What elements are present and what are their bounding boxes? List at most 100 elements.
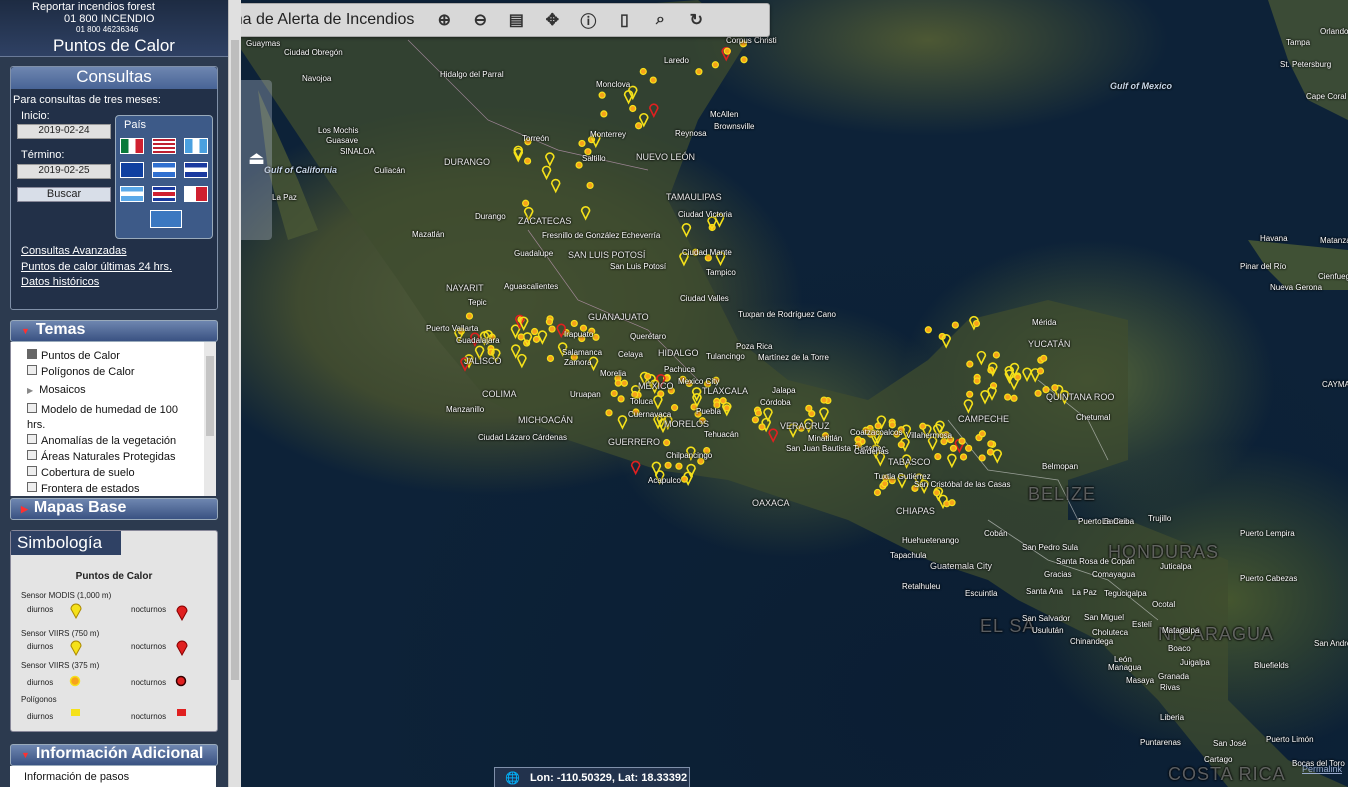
flag-costa-rica-icon[interactable]: [152, 186, 176, 202]
hotspot-dot[interactable]: [546, 354, 555, 363]
hotspot-dot[interactable]: [820, 396, 828, 404]
hotspot-dot[interactable]: [629, 104, 637, 113]
search-icon[interactable]: ⌕: [642, 6, 678, 34]
hotspot-dot[interactable]: [888, 421, 896, 429]
hotspot-dot[interactable]: [664, 461, 672, 469]
hotspot-dot[interactable]: [522, 199, 530, 207]
hotspot-dot[interactable]: [617, 395, 625, 403]
hotspot-dot[interactable]: [948, 499, 956, 507]
hotspot-dot[interactable]: [966, 360, 974, 368]
termino-date-input[interactable]: 2019-02-25: [17, 164, 111, 179]
tema-item[interactable]: ▶ Mosaicos: [27, 384, 86, 396]
hotspot-dot[interactable]: [1004, 393, 1012, 401]
info-icon[interactable]: ⓘ: [570, 6, 606, 34]
hotspot-dot[interactable]: [635, 122, 643, 130]
hotspot-dot[interactable]: [949, 444, 958, 452]
hotspot-dot[interactable]: [1040, 354, 1048, 362]
hotspot-dot[interactable]: [959, 453, 968, 461]
buscar-button[interactable]: Buscar: [17, 187, 111, 202]
tema-item[interactable]: Frontera de estados: [27, 482, 139, 495]
hotspot-dot[interactable]: [600, 110, 608, 118]
hotspot-dot[interactable]: [605, 409, 613, 417]
hotspot-dot[interactable]: [523, 157, 532, 165]
hotspot-dot[interactable]: [1034, 389, 1042, 397]
hotspot-dot[interactable]: [644, 372, 652, 380]
panel-scrollbar[interactable]: [228, 0, 241, 787]
hotspot-dot[interactable]: [545, 318, 553, 326]
hotspot-dot[interactable]: [978, 454, 986, 462]
hotspot-pin[interactable]: [1022, 367, 1032, 383]
hotspot-dot[interactable]: [972, 319, 981, 328]
hotspot-dot[interactable]: [951, 321, 959, 329]
tema-item[interactable]: Modelo de humedad de 100 hrs.: [27, 403, 197, 433]
hotspot-pin[interactable]: [545, 152, 555, 167]
hotspot-dot[interactable]: [1036, 367, 1045, 375]
flag-belize-icon[interactable]: [120, 162, 144, 178]
hotspot-dot[interactable]: [958, 437, 966, 445]
hotspot-dot[interactable]: [965, 444, 973, 452]
hotspot-dot[interactable]: [620, 379, 628, 387]
tema-item[interactable]: Áreas Naturales Protegidas: [27, 450, 176, 463]
hotspot-dot[interactable]: [992, 351, 1000, 359]
hotspot-dot[interactable]: [663, 439, 671, 447]
flag-region-icon[interactable]: [150, 210, 182, 228]
hotspot-dot[interactable]: [754, 409, 762, 417]
hotspot-dot[interactable]: [675, 462, 683, 470]
hotspot-dot[interactable]: [987, 440, 995, 448]
pan-icon[interactable]: ✥: [534, 6, 570, 34]
hotspot-dot[interactable]: [723, 404, 731, 412]
hotspot-dot[interactable]: [586, 181, 594, 190]
hotspot-pin[interactable]: [980, 390, 990, 405]
hotspot-pin[interactable]: [941, 334, 951, 349]
hotspot-dot[interactable]: [966, 390, 974, 398]
flag-nicaragua-icon[interactable]: [120, 186, 144, 202]
hotspot-dot[interactable]: [805, 404, 813, 412]
checkbox-icon[interactable]: [27, 403, 37, 413]
hotspot-dot[interactable]: [670, 404, 679, 412]
hotspot-dot[interactable]: [758, 423, 766, 431]
checkbox-checked-icon[interactable]: [27, 349, 37, 359]
hotspot-dot[interactable]: [897, 441, 905, 449]
link-ultimas-24h[interactable]: Puntos de calor últimas 24 hrs.: [21, 261, 172, 273]
inicio-date-input[interactable]: 2019-02-24: [17, 124, 111, 139]
hotspot-pin[interactable]: [617, 415, 628, 430]
hotspot-dot[interactable]: [881, 480, 889, 488]
map-canvas[interactable]: Gulf of Mexico Gulf of California EL SA …: [228, 0, 1348, 787]
panel-collapse-handle[interactable]: ⏏: [240, 80, 272, 240]
flag-panama-icon[interactable]: [184, 186, 208, 202]
hotspot-dot[interactable]: [578, 139, 586, 148]
hotspot-pin[interactable]: [992, 449, 1003, 464]
hotspot-dot[interactable]: [919, 422, 927, 430]
hotspot-dot[interactable]: [592, 333, 600, 341]
hotspot-pin[interactable]: [541, 165, 552, 181]
flag-honduras-icon[interactable]: [152, 162, 176, 178]
hotspot-dot[interactable]: [924, 326, 932, 334]
hotspot-pin[interactable]: [630, 460, 641, 476]
tema-item[interactable]: Polígonos de Calor: [27, 365, 135, 378]
hotspot-dot[interactable]: [1014, 373, 1022, 381]
hotspot-pin[interactable]: [819, 407, 829, 422]
flag-usa-icon[interactable]: [152, 138, 176, 154]
hotspot-dot[interactable]: [873, 488, 882, 497]
hotspot-pin[interactable]: [947, 453, 957, 469]
checkbox-icon[interactable]: [27, 365, 37, 375]
info-item[interactable]: Información de pasos: [24, 771, 129, 783]
eject-icon[interactable]: ⏏: [248, 148, 265, 169]
hotspot-dot[interactable]: [649, 76, 657, 84]
checkbox-icon[interactable]: [27, 482, 37, 492]
checkbox-icon[interactable]: [27, 466, 37, 476]
refresh-icon[interactable]: ↻: [678, 6, 714, 34]
mapas-base-header[interactable]: ▶ Mapas Base: [10, 498, 218, 520]
hotspot-dot[interactable]: [610, 389, 618, 398]
flag-mexico-icon[interactable]: [120, 138, 144, 154]
hotspot-pin[interactable]: [768, 428, 778, 443]
scrollbar-thumb[interactable]: [231, 40, 239, 680]
hotspot-dot[interactable]: [570, 319, 578, 328]
hotspot-dot[interactable]: [548, 325, 556, 333]
hotspot-dot[interactable]: [934, 452, 942, 461]
hotspot-pin[interactable]: [537, 330, 548, 345]
layers-icon[interactable]: ▤: [498, 6, 534, 34]
hotspot-dot[interactable]: [973, 377, 981, 385]
hotspot-dot[interactable]: [517, 333, 525, 341]
hotspot-pin[interactable]: [580, 206, 591, 221]
